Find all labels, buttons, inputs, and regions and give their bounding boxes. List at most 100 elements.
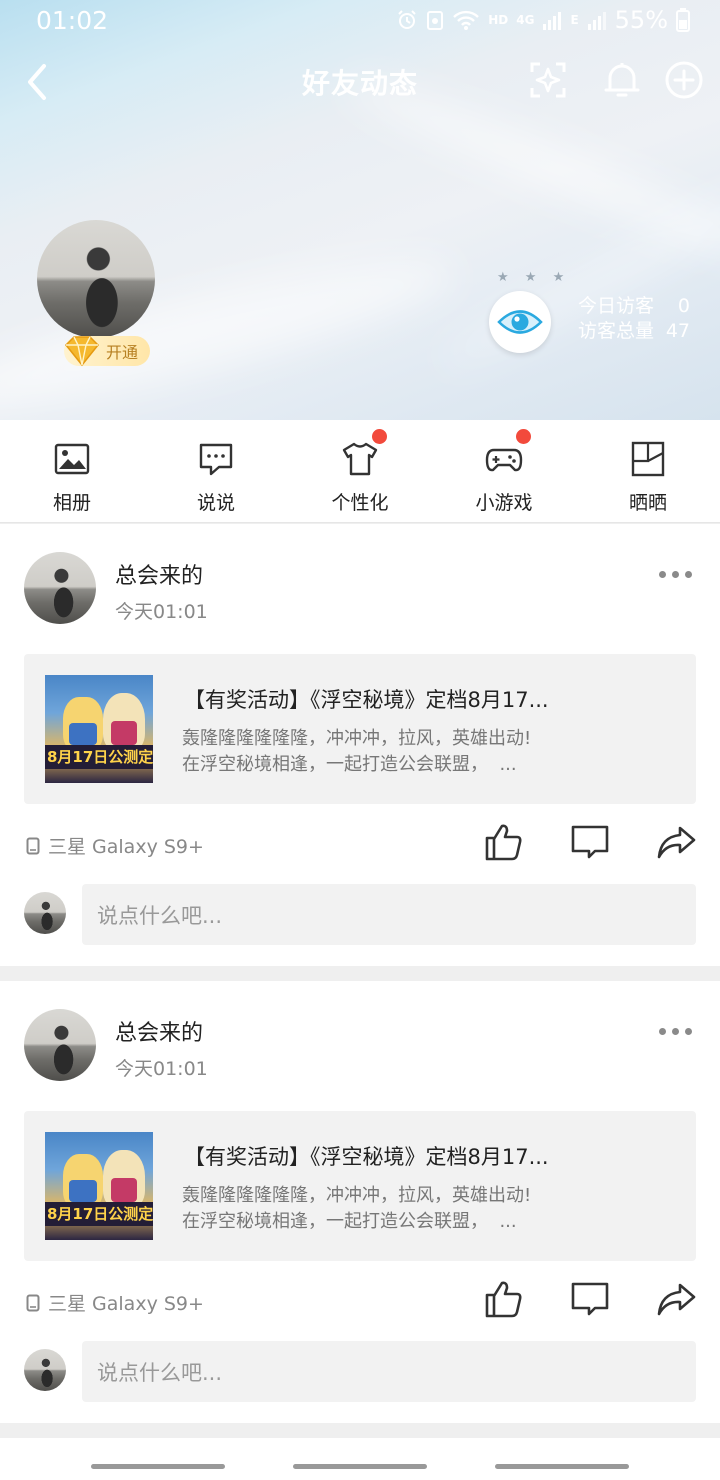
shared-link-card[interactable]: 8月17日公测定档 【有奖活动】《浮空秘境》定档8月17... 轰隆隆隆隆隆隆，… <box>24 654 696 804</box>
feed-post: 总会来的 今天01:01 8月17日公测定档 【有奖活动】《浮空秘境》定档8月1… <box>0 981 720 1423</box>
shared-title: 【有奖活动】《浮空秘境》定档8月17... <box>184 1145 549 1169</box>
comment-input[interactable]: 说点什么吧... <box>82 1341 696 1402</box>
recycle-icon <box>427 11 444 30</box>
visitors-total-count: 47 <box>665 320 690 342</box>
shared-link-card[interactable]: 8月17日公测定档 【有奖活动】《浮空秘境》定档8月17... 轰隆隆隆隆隆隆，… <box>24 1111 696 1261</box>
thumbnail-character <box>63 1154 103 1208</box>
phone-icon <box>26 1294 40 1311</box>
avatar-photo <box>24 892 66 934</box>
device-name: 三星 Galaxy S9+ <box>48 836 204 858</box>
shortcut-label: 晒晒 <box>628 492 667 514</box>
red-dot-badge <box>372 429 387 444</box>
scan-button[interactable] <box>526 58 570 102</box>
phone-icon <box>26 837 40 854</box>
more-options-button[interactable] <box>652 1021 698 1041</box>
comment-icon <box>571 825 609 859</box>
author-avatar[interactable] <box>24 552 96 624</box>
share-button[interactable] <box>654 1277 698 1321</box>
visitors-today-count: 0 <box>677 295 690 317</box>
diamond-icon <box>64 336 100 367</box>
shortcut-minigames[interactable]: 小游戏 <box>432 420 576 522</box>
gamepad-icon <box>485 448 523 472</box>
profile-avatar[interactable] <box>37 220 155 338</box>
thumbnail-caption: 8月17日公测定档 <box>45 1202 153 1226</box>
shortcut-moments[interactable]: 说说 <box>144 420 288 522</box>
avatar-photo <box>24 1349 66 1391</box>
author-name[interactable]: 总会来的 <box>115 1015 203 1047</box>
avatar-photo <box>37 220 155 338</box>
shortcut-bar: 相册 说说 个性化 小游戏 晒晒 <box>0 420 720 523</box>
dot <box>671 1027 679 1035</box>
share-button[interactable] <box>654 820 698 864</box>
network-4g-indicator: 4G <box>516 13 535 27</box>
shared-title: 【有奖活动】《浮空秘境》定档8月17... <box>184 688 549 712</box>
gesture-bar[interactable] <box>91 1464 225 1469</box>
device-info: 三星 Galaxy S9+ <box>26 1289 204 1316</box>
post-time: 今天01:01 <box>115 1058 208 1080</box>
shortcut-personalize[interactable]: 个性化 <box>288 420 432 522</box>
comment-button[interactable] <box>568 820 612 864</box>
shortcut-label: 小游戏 <box>475 492 533 514</box>
thumbnail-character <box>63 697 103 751</box>
signal-icon <box>587 12 606 30</box>
photo-album-icon <box>54 443 90 475</box>
comment-input[interactable]: 说点什么吧... <box>82 884 696 945</box>
author-name[interactable]: 总会来的 <box>115 558 203 590</box>
shortcut-album[interactable]: 相册 <box>0 420 144 522</box>
shortcut-label: 说说 <box>196 492 235 514</box>
post-time: 今天01:01 <box>115 601 208 623</box>
feed-post-peek <box>0 1438 720 1480</box>
device-info: 三星 Galaxy S9+ <box>26 832 204 859</box>
dot <box>684 1027 692 1035</box>
visitor-stats[interactable]: 今日访客 0 访客总量 47 <box>578 294 690 344</box>
shortcut-label: 相册 <box>52 492 91 514</box>
network-e-indicator: E <box>570 13 579 27</box>
add-button[interactable] <box>662 58 706 102</box>
dot <box>658 1027 666 1035</box>
visitors-today-row: 今日访客 0 <box>578 294 690 319</box>
comment-button[interactable] <box>568 1277 612 1321</box>
scan-sparkle-icon <box>530 62 566 98</box>
visitor-stars: ★ ★ ★ <box>497 270 571 285</box>
vip-label: 开通 <box>105 343 138 362</box>
visitors-total-label: 访客总量 <box>578 320 655 342</box>
red-dot-badge <box>516 429 531 444</box>
dot <box>658 570 666 578</box>
tshirt-icon <box>342 442 378 476</box>
author-avatar[interactable] <box>24 1009 96 1081</box>
shared-description: 轰隆隆隆隆隆隆，冲冲冲，拉风，英雄出动! 在浮空秘境相逢，一起打造公会联盟， .… <box>182 728 532 775</box>
notifications-button[interactable] <box>600 58 644 102</box>
signal-icon <box>543 12 562 30</box>
eye-icon <box>497 310 543 334</box>
my-avatar <box>24 1349 66 1391</box>
my-avatar <box>24 892 66 934</box>
visitors-button[interactable] <box>489 291 551 353</box>
more-options-button[interactable] <box>652 564 698 584</box>
feed-post: 总会来的 今天01:01 8月17日公测定档 【有奖活动】《浮空秘境》定档8月1… <box>0 524 720 966</box>
like-button[interactable] <box>482 820 526 864</box>
visitors-total-row: 访客总量 47 <box>578 319 690 344</box>
gesture-bar[interactable] <box>293 1464 427 1469</box>
thumbnail-character <box>103 1150 145 1208</box>
game-thumbnail: 8月17日公测定档 <box>45 1132 153 1240</box>
dot <box>684 570 692 578</box>
wifi-icon <box>453 10 480 30</box>
visitors-today-label: 今日访客 <box>578 295 655 317</box>
gesture-bar[interactable] <box>495 1464 629 1469</box>
status-bar: 01:02 HD 4G E 55% <box>0 0 720 44</box>
forward-arrow-icon <box>657 1283 696 1316</box>
like-button[interactable] <box>482 1277 526 1321</box>
share-frame-icon <box>631 441 665 477</box>
shortcut-showcase[interactable]: 晒晒 <box>576 420 720 522</box>
thumbnail-caption: 8月17日公测定档 <box>45 745 153 769</box>
hd-indicator: HD <box>488 13 509 27</box>
shortcut-label: 个性化 <box>331 492 389 514</box>
alarm-icon <box>398 10 416 29</box>
avatar-photo <box>24 1009 96 1081</box>
vip-open-button[interactable]: 开通 <box>64 336 150 367</box>
thumbnail-character <box>103 693 145 751</box>
game-thumbnail: 8月17日公测定档 <box>45 675 153 783</box>
device-name: 三星 Galaxy S9+ <box>48 1293 204 1315</box>
status-time: 01:02 <box>36 6 109 35</box>
chat-bubble-icon <box>199 443 233 476</box>
